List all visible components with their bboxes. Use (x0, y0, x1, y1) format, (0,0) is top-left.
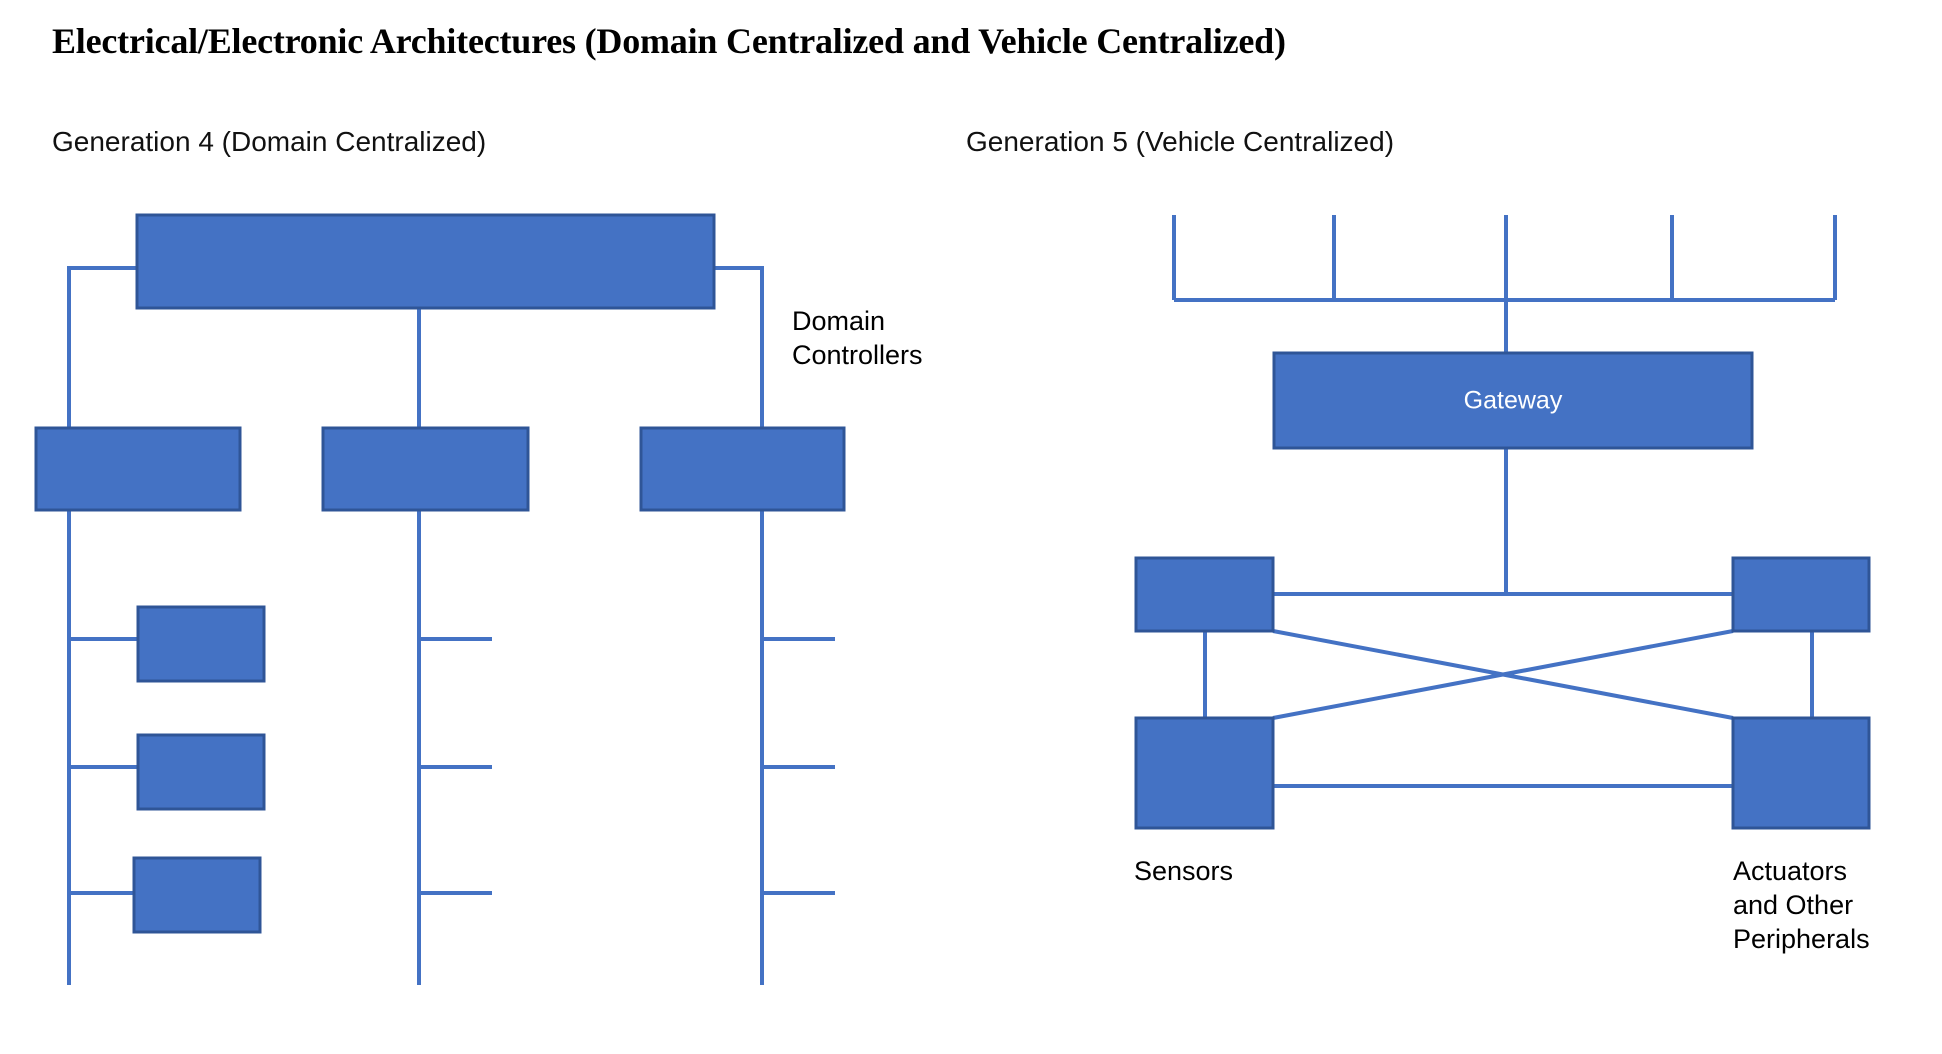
node-zone-controller-top-right[interactable] (1731, 556, 1871, 633)
node-domain-controller-2[interactable] (321, 426, 530, 512)
node-domain-controller-3[interactable] (639, 426, 846, 512)
node-central-compute-unit[interactable] (135, 213, 716, 310)
diagram-page: Electrical/Electronic Architectures (Dom… (0, 0, 1942, 1054)
generation-4-nodes (34, 213, 846, 934)
node-gateway-label: Gateway (1464, 387, 1563, 415)
generation-5-nodes: Gateway (1134, 351, 1871, 830)
label-sensors: Sensors (1134, 856, 1234, 886)
connector-central-to-dc3 (714, 266, 764, 428)
label-domain-controllers: Domain Controllers (792, 306, 923, 370)
generation-5-connectors (1172, 215, 1837, 788)
architecture-diagram: Gateway (34, 213, 1871, 985)
node-zone-controller-bottom-left[interactable] (1134, 716, 1275, 830)
node-leaf-ecu-2[interactable] (136, 733, 266, 811)
connector-central-to-dc1 (67, 266, 137, 428)
label-actuators: Actuators and Other Peripherals (1733, 856, 1870, 954)
node-leaf-ecu-3[interactable] (132, 856, 262, 934)
node-leaf-ecu-1[interactable] (136, 605, 266, 683)
node-zone-controller-top-left[interactable] (1134, 556, 1275, 633)
node-zone-controller-bottom-right[interactable] (1731, 716, 1871, 830)
node-domain-controller-1[interactable] (34, 426, 242, 512)
